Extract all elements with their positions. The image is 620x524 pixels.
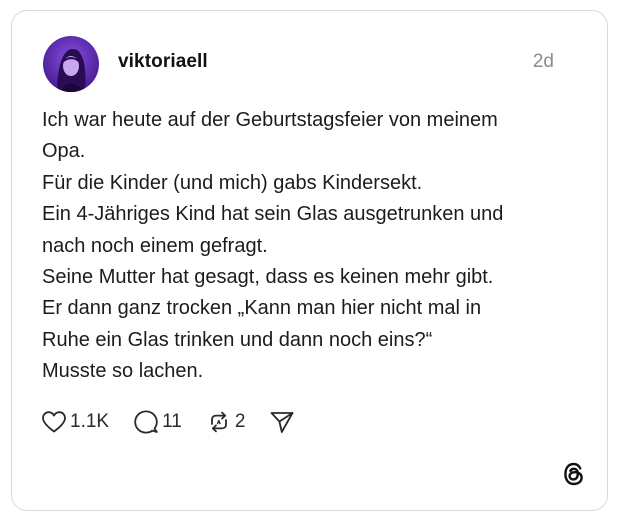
avatar[interactable] — [43, 36, 99, 92]
send-icon — [269, 409, 295, 435]
speech-bubble-icon — [133, 409, 159, 435]
username[interactable]: viktoriaell — [118, 51, 208, 73]
like-count: 1.1K — [70, 411, 110, 432]
post-line: Ich war heute auf der Geburtstagsfeier v… — [42, 109, 498, 131]
reply-button[interactable]: 11 — [133, 409, 182, 435]
post-line: Opa. — [42, 140, 86, 163]
share-button[interactable] — [269, 409, 295, 435]
post-line: Seine Mutter hat gesagt, dass es keinen … — [42, 266, 494, 289]
repost-button[interactable]: 2 — [206, 409, 246, 435]
post-line: nach noch einem gefragt. — [42, 234, 268, 257]
threads-logo-icon — [561, 461, 587, 487]
reply-count: 11 — [162, 411, 182, 432]
avatar-image — [43, 36, 99, 92]
post-line: Er dann ganz trocken „Kann man hier nich… — [42, 297, 482, 320]
post-timestamp: 2d — [532, 51, 554, 72]
post-card: viktoriaell 2d Ich war heute auf der Geb… — [11, 10, 608, 511]
post-body: Ich war heute auf der Geburtstagsfeier v… — [42, 105, 582, 388]
post-line: Ruhe ein Glas trinken und dann noch eins… — [42, 328, 433, 351]
post-line: Für die Kinder (und mich) gabs Kindersek… — [42, 171, 423, 194]
heart-icon — [41, 410, 67, 434]
post-line: Musste so lachen. — [42, 360, 204, 383]
repost-count: 2 — [234, 411, 246, 432]
like-button[interactable]: 1.1K — [41, 410, 109, 434]
action-bar: 1.1K 11 2 — [41, 407, 295, 437]
post-line: Ein 4-Jähriges Kind hat sein Glas ausget… — [42, 203, 504, 226]
repost-icon — [206, 409, 232, 435]
